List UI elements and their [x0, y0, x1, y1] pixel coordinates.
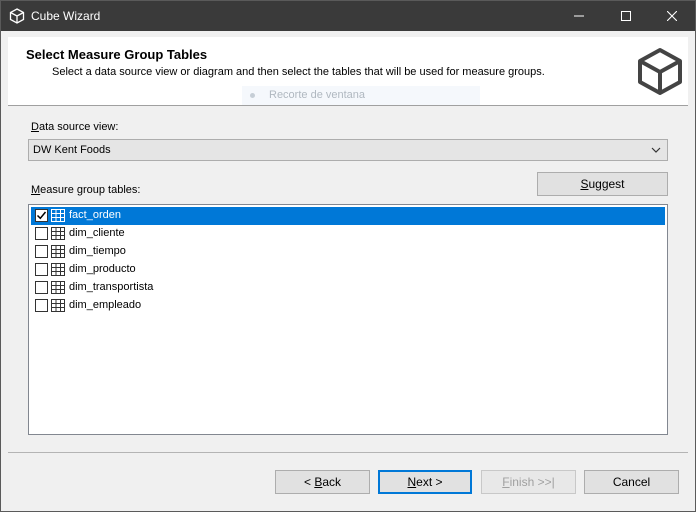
overlay-text: Recorte de ventana — [269, 89, 366, 101]
finish-mnemonic: F — [502, 475, 510, 489]
table-row[interactable]: dim_cliente — [31, 225, 665, 243]
measure-tables-label-text: easure group tables: — [40, 184, 141, 196]
window-title: Cube Wizard — [31, 9, 101, 23]
table-checkbox[interactable] — [35, 227, 48, 240]
next-label: ext > — [416, 475, 443, 489]
table-name: dim_transportista — [69, 281, 154, 293]
table-checkbox[interactable] — [35, 245, 48, 258]
finish-label: inish >>| — [509, 475, 555, 489]
next-button[interactable]: Next > — [378, 470, 472, 494]
next-mnemonic: N — [407, 475, 417, 489]
minimize-button[interactable] — [556, 1, 602, 31]
back-label: ack — [322, 475, 342, 489]
title-bar[interactable]: Cube Wizard — [1, 1, 695, 31]
maximize-button[interactable] — [603, 1, 649, 31]
measure-tables-label-mnemonic: M — [31, 184, 41, 196]
wizard-header: Select Measure Group Tables Select a dat… — [8, 37, 688, 105]
suggest-button[interactable]: Suggest — [537, 172, 668, 196]
table-checkbox[interactable] — [35, 209, 48, 222]
chevron-down-icon — [651, 147, 661, 153]
data-source-label: Data source view: — [31, 121, 118, 133]
data-source-label-mnemonic: D — [31, 121, 39, 133]
table-row[interactable]: fact_orden — [31, 207, 665, 225]
measure-tables-label: Measure group tables: — [31, 184, 140, 196]
table-name: fact_orden — [69, 209, 121, 221]
table-grid-icon — [51, 227, 65, 240]
cancel-button[interactable]: Cancel — [584, 470, 679, 494]
suggest-label: uggest — [588, 177, 625, 191]
close-icon — [667, 11, 677, 21]
footer-separator — [8, 452, 688, 453]
back-button[interactable]: < Back — [275, 470, 370, 494]
back-arrow: < — [303, 475, 315, 489]
minimize-icon — [574, 15, 584, 17]
table-checkbox[interactable] — [35, 299, 48, 312]
checkmark-icon — [36, 211, 47, 220]
table-grid-icon — [51, 209, 65, 222]
table-checkbox[interactable] — [35, 263, 48, 276]
table-row[interactable]: dim_producto — [31, 261, 665, 279]
maximize-icon — [621, 11, 631, 21]
data-source-value: DW Kent Foods — [33, 144, 111, 156]
table-grid-icon — [51, 245, 65, 258]
page-subtitle: Select a data source view or diagram and… — [52, 66, 545, 78]
table-name: dim_cliente — [69, 227, 125, 239]
table-checkbox[interactable] — [35, 281, 48, 294]
page-title: Select Measure Group Tables — [26, 47, 208, 62]
cube-app-icon — [9, 8, 25, 24]
table-name: dim_empleado — [69, 299, 142, 311]
close-button[interactable] — [649, 1, 695, 31]
cube-wizard-window: Cube Wizard Select Measure Group Tables … — [0, 0, 696, 512]
overlay-dot-icon — [250, 92, 255, 98]
table-row[interactable]: dim_tiempo — [31, 243, 665, 261]
table-grid-icon — [51, 263, 65, 276]
table-grid-icon — [51, 299, 65, 312]
table-grid-icon — [51, 281, 65, 294]
table-row[interactable]: dim_empleado — [31, 297, 665, 315]
data-source-label-text: ata source view: — [38, 121, 119, 133]
data-source-select[interactable]: DW Kent Foods — [28, 139, 668, 161]
measure-group-table-list[interactable]: fact_orden dim_cliente dim_tiempo dim_produ… — [28, 204, 668, 435]
table-row[interactable]: dim_transportista — [31, 279, 665, 297]
table-name: dim_tiempo — [69, 245, 126, 257]
finish-button: Finish >>| — [481, 470, 576, 494]
snip-overlay: Recorte de ventana — [242, 86, 480, 105]
table-name: dim_producto — [69, 263, 136, 275]
cube-icon — [638, 48, 682, 95]
header-separator — [8, 105, 688, 106]
